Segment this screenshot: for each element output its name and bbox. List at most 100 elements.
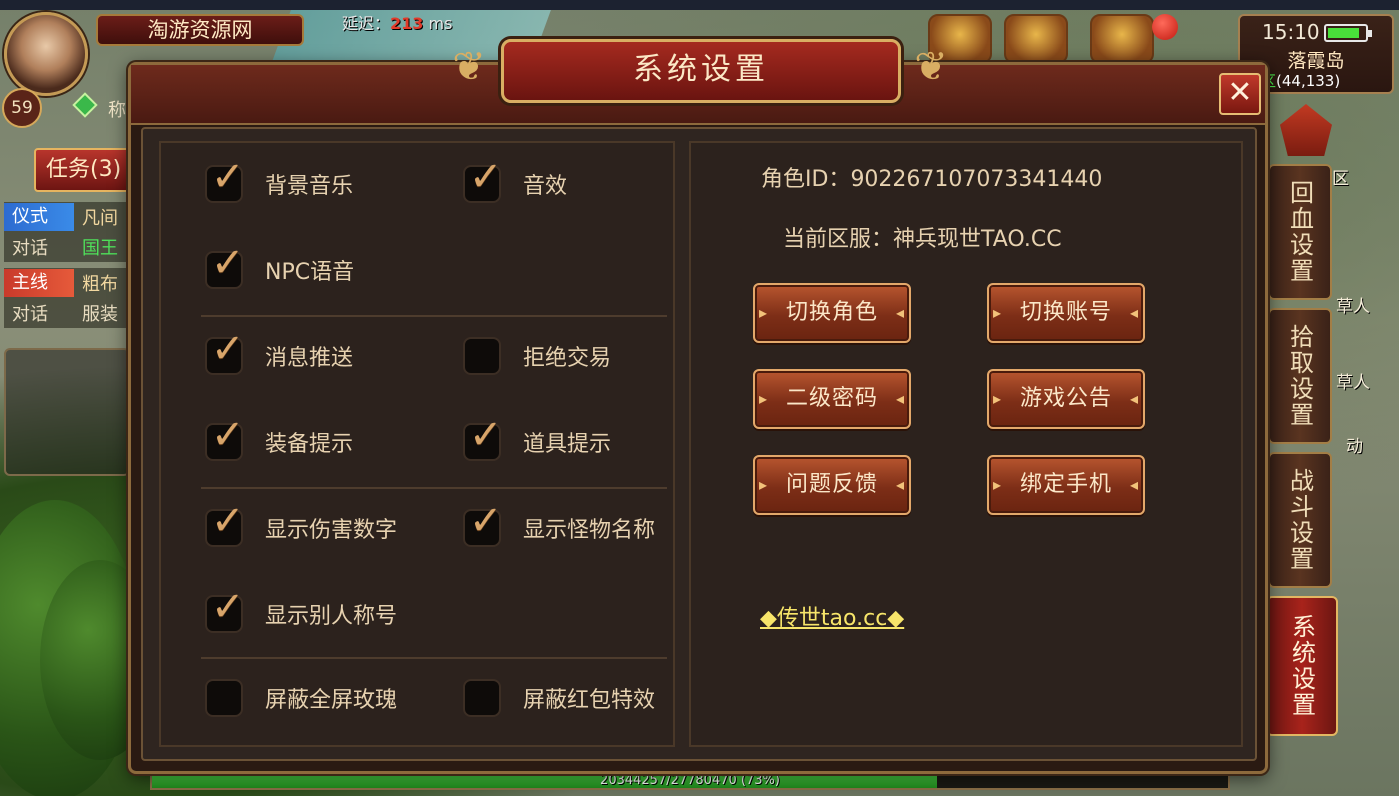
checkmark-icon: ✓ [211,498,245,544]
coordinate-value: (44,133) [1276,72,1341,90]
tab-pickup-settings[interactable]: 拾取设置 [1268,308,1332,444]
checkbox[interactable] [463,679,501,717]
side-label: 动 [1346,437,1363,457]
quest-row[interactable]: 对话 服装 [4,298,130,328]
checkbox[interactable]: ✓ [205,243,245,289]
battery-icon [1324,24,1372,42]
checkbox[interactable]: ✓ [205,501,245,547]
divider [201,657,667,659]
option-npc-voice[interactable]: ✓ NPC语音 [205,243,355,289]
quest-tracker[interactable]: 仪式 凡间 对话 国王 主线 粗布 对话 服装 [4,202,130,328]
game-notice-button[interactable]: 游戏公告 [987,369,1145,429]
quest-detail: 国王 [82,238,118,259]
option-label: 道具提示 [523,432,612,457]
system-bar [0,0,1399,10]
option-label: NPC语音 [265,260,355,285]
option-block-rose[interactable]: 屏蔽全屏玫瑰 [205,679,397,717]
quest-sub: 对话 [12,304,48,325]
checkbox[interactable]: ✓ [205,157,245,203]
task-button[interactable]: 任务(3) [34,148,130,192]
side-label: 区 [1332,169,1349,189]
quest-tag: 主线 [4,269,74,297]
server-label: 当前区服： [783,227,894,252]
treasure-icon[interactable] [1004,14,1068,64]
latency-unit: ms [428,14,453,33]
switch-account-button[interactable]: 切换账号 [987,283,1145,343]
option-label: 装备提示 [265,432,354,457]
checkbox[interactable] [205,679,243,717]
checkmark-icon: ✓ [469,498,503,544]
exp-text: 20344257/27780470 (73%) [600,773,780,788]
secondary-password-button[interactable]: 二级密码 [753,369,911,429]
option-bg-music[interactable]: ✓ 背景音乐 [205,157,354,203]
exp-bar: 20344257/27780470 (73%) [150,772,1230,790]
option-refuse-trade[interactable]: 拒绝交易 [463,337,611,375]
option-label: 拒绝交易 [523,346,612,371]
checkmark-icon: ✓ [211,326,245,372]
option-show-damage[interactable]: ✓ 显示伤害数字 [205,501,398,547]
checkbox[interactable]: ✓ [205,329,245,375]
checkbox[interactable]: ✓ [463,157,503,203]
options-panel: ✓ 背景音乐 ✓ 音效 ✓ NPC语音 ✓ 消息推送 拒绝交易 ✓ 装备提示 ✓… [159,141,675,747]
option-label: 显示怪物名称 [523,518,656,543]
option-label: 屏蔽红包特效 [523,688,656,713]
option-equipment-hint[interactable]: ✓ 装备提示 [205,415,354,461]
quest-row[interactable]: 仪式 凡间 [4,202,130,232]
quest-row[interactable]: 对话 国王 [4,232,130,262]
checkbox[interactable]: ✓ [205,587,245,633]
gift-icon[interactable] [1090,14,1154,64]
option-item-hint[interactable]: ✓ 道具提示 [463,415,612,461]
role-id-value: 902267107073341440 [850,167,1103,192]
feedback-button[interactable]: 问题反馈 [753,455,911,515]
checkmark-icon: ✓ [211,240,245,286]
role-id-label: 角色ID： [761,167,851,192]
option-show-others-title[interactable]: ✓ 显示别人称号 [205,587,398,633]
checkbox[interactable] [463,337,501,375]
tab-hp-settings[interactable]: 回血设置 [1268,164,1332,300]
quest-tag: 仪式 [4,203,74,231]
tab-battle-settings[interactable]: 战斗设置 [1268,452,1332,588]
quest-title: 凡间 [82,208,118,229]
divider [201,487,667,489]
battery-fill [1328,28,1359,38]
site-name-banner: 淘游资源网 [96,14,304,46]
quest-title: 粗布 [82,274,118,295]
chat-panel[interactable] [4,348,130,476]
option-label: 显示别人称号 [265,604,398,629]
checkmark-icon: ✓ [211,584,245,630]
checkbox[interactable]: ✓ [463,501,503,547]
server-value: 神兵现世TAO.CC [893,227,1062,252]
player-name-char: 称 [108,100,126,121]
checkmark-icon: ✓ [469,154,503,200]
dialog-body: ✓ 背景音乐 ✓ 音效 ✓ NPC语音 ✓ 消息推送 拒绝交易 ✓ 装备提示 ✓… [141,127,1257,761]
close-button[interactable]: ✕ [1219,73,1261,115]
option-label: 显示伤害数字 [265,518,398,543]
notification-dot-icon [1152,14,1178,40]
website-link[interactable]: ◆传世tao.cc◆ [760,600,904,632]
close-icon: ✕ [1227,75,1253,110]
switch-role-button[interactable]: 切换角色 [753,283,911,343]
bind-phone-button[interactable]: 绑定手机 [987,455,1145,515]
option-label: 背景音乐 [265,174,354,199]
level-badge: 59 [2,88,42,128]
option-message-push[interactable]: ✓ 消息推送 [205,329,353,375]
tab-system-settings[interactable]: 系统设置 [1266,596,1338,736]
quest-row[interactable]: 主线 粗布 [4,268,130,298]
divider [201,315,667,317]
checkbox[interactable]: ✓ [205,415,245,461]
checkmark-icon: ✓ [211,154,245,200]
role-id-line: 角色ID：902267107073341440 [761,161,1102,193]
quest-sub: 对话 [12,238,48,259]
checkbox[interactable]: ✓ [463,415,503,461]
option-label: 屏蔽全屏玫瑰 [265,688,398,713]
option-block-redpacket[interactable]: 屏蔽红包特效 [463,679,655,717]
option-sound-effects[interactable]: ✓ 音效 [463,157,567,203]
player-avatar[interactable] [4,12,88,96]
account-panel: 角色ID：902267107073341440 当前区服：神兵现世TAO.CC … [689,141,1243,747]
clock: 15:10 [1262,20,1320,44]
option-show-monster-name[interactable]: ✓ 显示怪物名称 [463,501,656,547]
latency-label: 延迟： [342,14,391,33]
server-line: 当前区服：神兵现世TAO.CC [783,221,1062,253]
quest-detail: 服装 [82,304,118,325]
side-label: 草人 [1336,297,1370,317]
